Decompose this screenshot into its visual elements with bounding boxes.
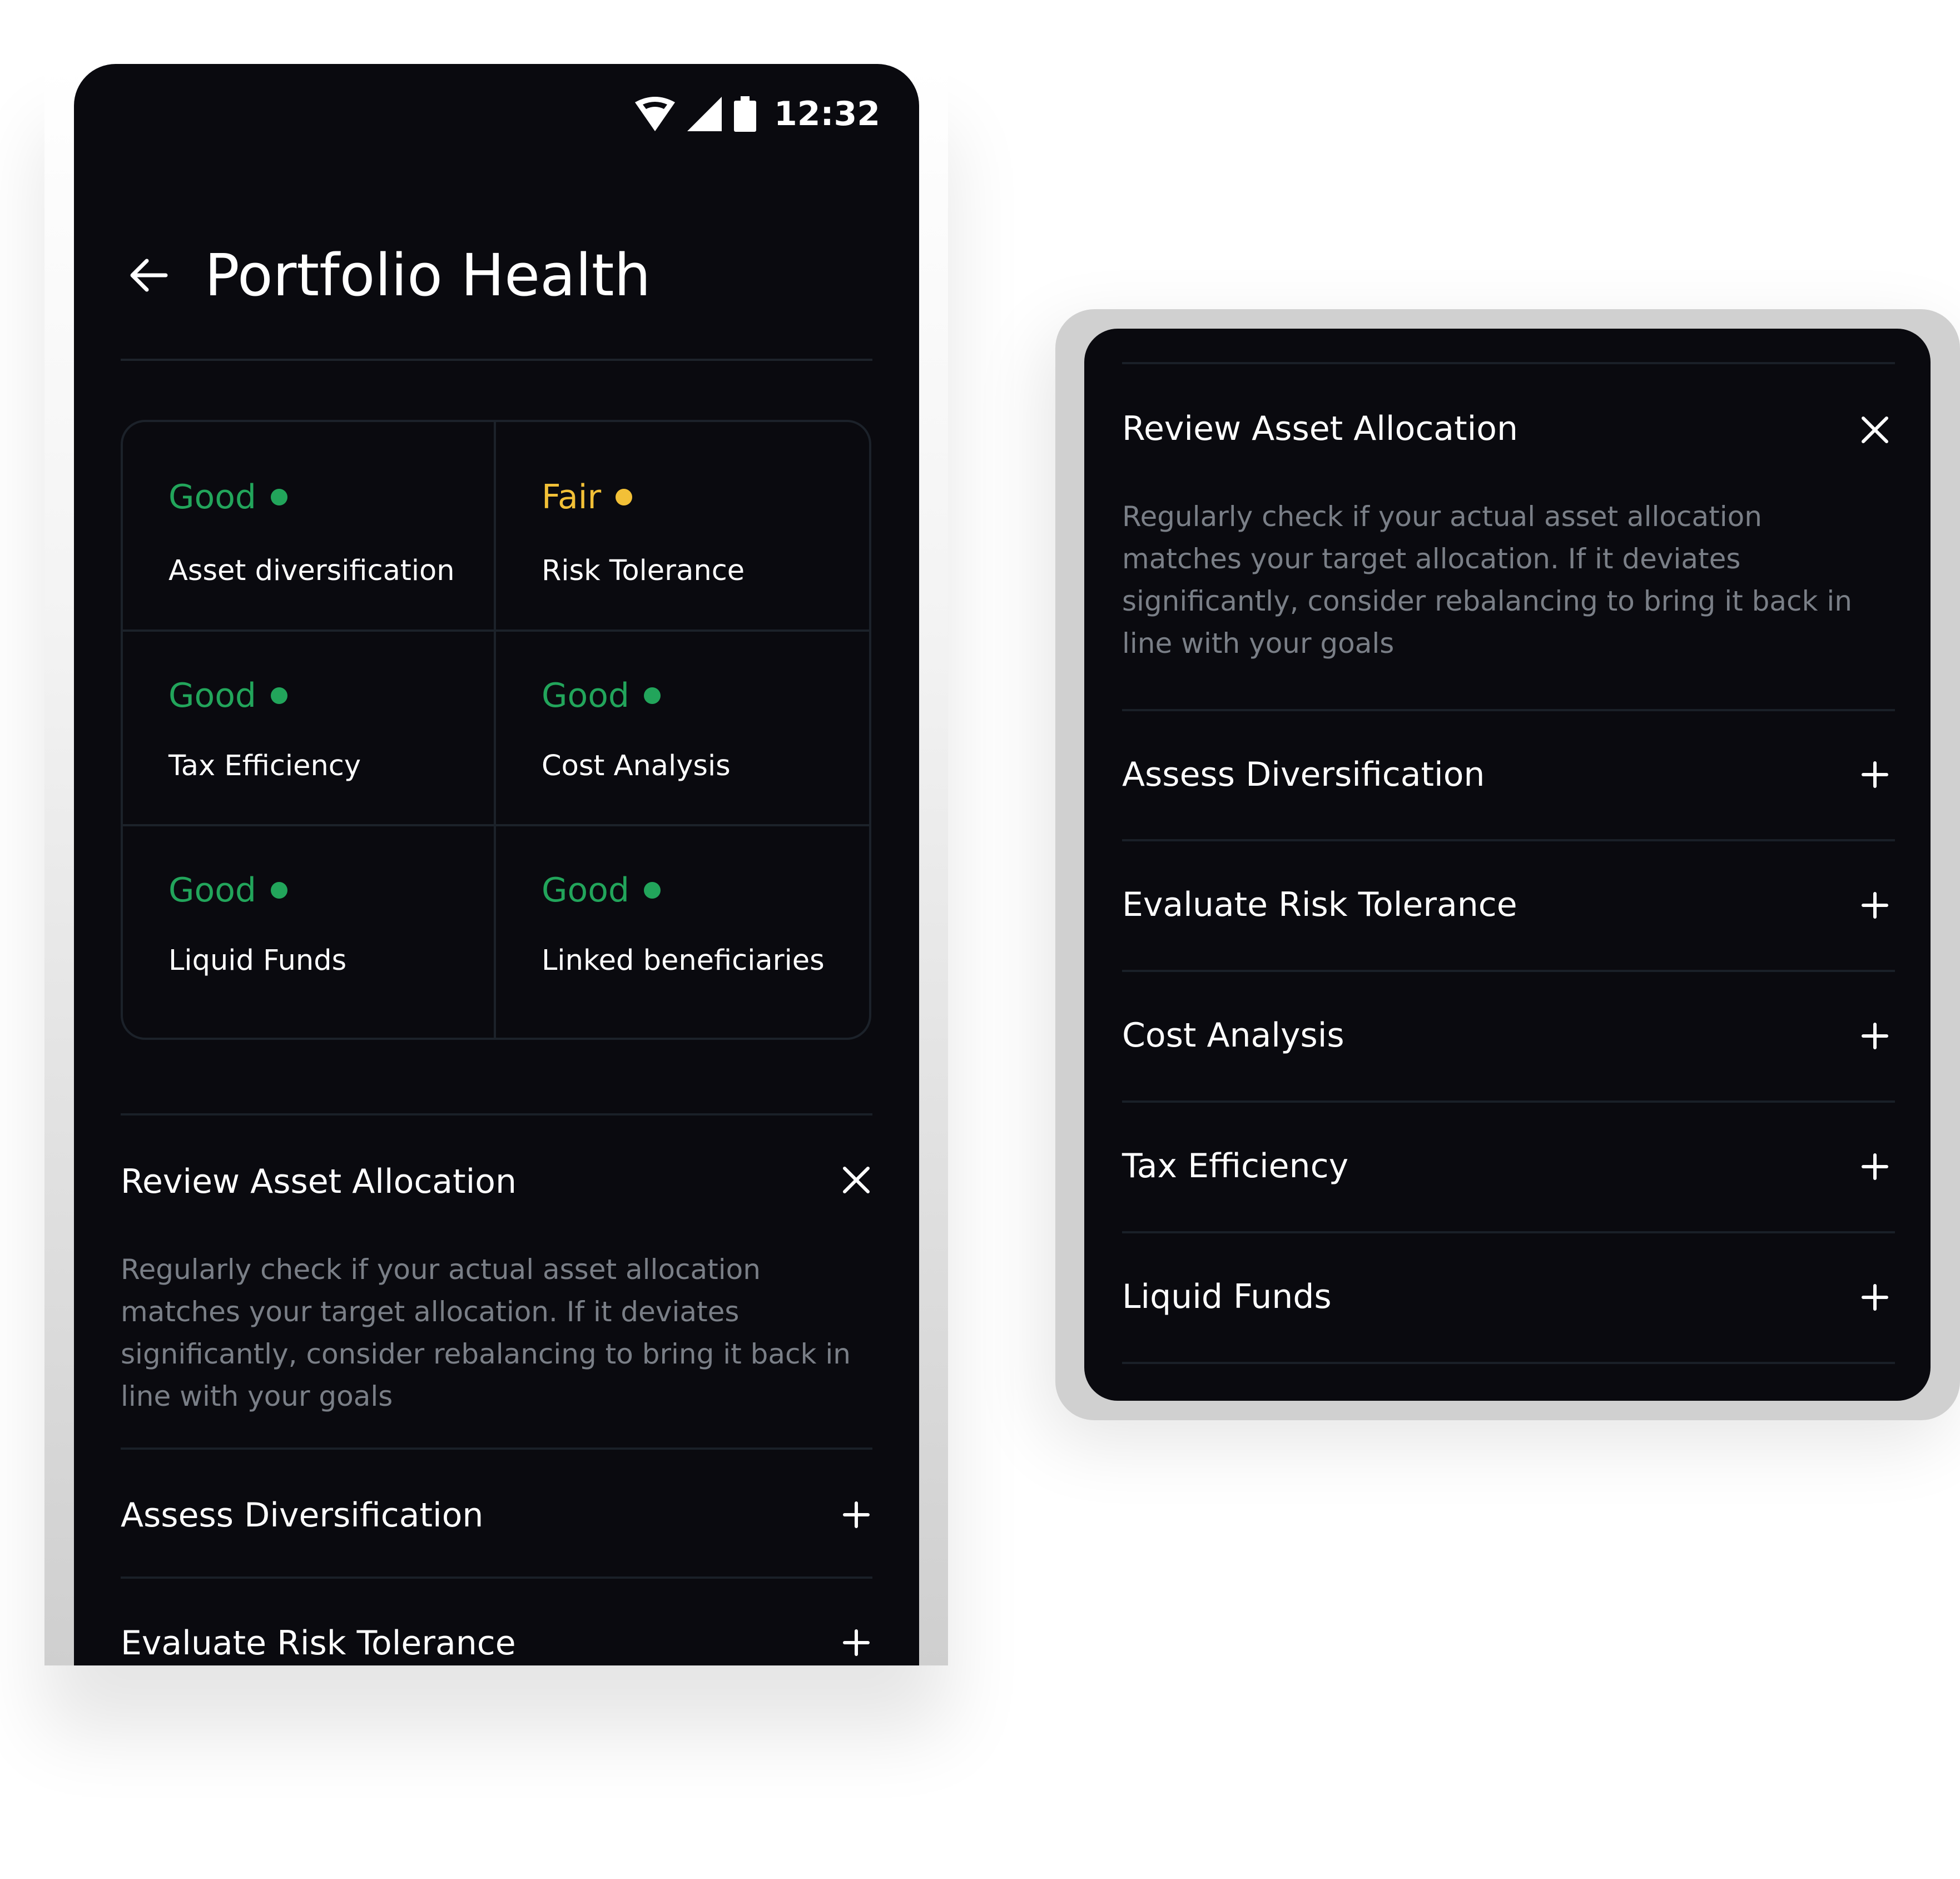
status-dot-icon <box>616 489 633 505</box>
health-label: Risk Tolerance <box>542 554 745 587</box>
status-dot-icon <box>644 882 661 899</box>
accordion-divider <box>1122 970 1895 972</box>
accordion-title-review[interactable]: Review Asset Allocation <box>121 1162 517 1201</box>
accordion-card: Review Asset Allocation Regularly check … <box>1084 329 1931 1401</box>
accordion-title-review[interactable]: Review Asset Allocation <box>1122 409 1518 448</box>
health-cell[interactable]: Good Tax Efficiency <box>123 632 496 826</box>
status-time: 12:32 <box>774 95 880 133</box>
health-label: Linked beneficiaries <box>542 944 825 977</box>
close-icon[interactable] <box>1860 415 1890 445</box>
plus-icon[interactable] <box>1860 1021 1890 1051</box>
status-indicator: Good <box>168 871 287 910</box>
phone-screen: 12:32 Portfolio Health Good Asset divers… <box>74 64 919 1665</box>
app-bar: Portfolio Health <box>127 225 651 325</box>
health-label: Asset diversification <box>168 554 455 587</box>
status-bar: 12:32 <box>635 86 880 142</box>
accordion-title-risk[interactable]: Evaluate Risk Tolerance <box>121 1624 516 1663</box>
status-text: Fair <box>542 478 602 517</box>
status-text: Good <box>542 871 629 910</box>
accordion-divider <box>1122 362 1895 364</box>
wifi-icon <box>635 97 675 131</box>
status-text: Good <box>168 676 256 715</box>
plus-icon[interactable] <box>1860 1282 1890 1312</box>
health-label: Cost Analysis <box>542 750 731 782</box>
health-label: Tax Efficiency <box>168 750 361 782</box>
status-indicator: Good <box>542 871 661 910</box>
accordion-title-cost[interactable]: Cost Analysis <box>1122 1016 1344 1055</box>
health-label: Liquid Funds <box>168 944 347 977</box>
arrow-left-icon[interactable] <box>127 253 171 298</box>
signal-icon <box>687 97 722 131</box>
accordion-description: Regularly check if your actual asset all… <box>1122 500 1852 660</box>
accordion-divider <box>1122 709 1895 711</box>
accordion-title-liquid[interactable]: Liquid Funds <box>1122 1277 1332 1316</box>
status-dot-icon <box>644 687 661 704</box>
status-text: Good <box>168 871 256 910</box>
status-indicator: Good <box>542 676 661 715</box>
health-cell[interactable]: Good Liquid Funds <box>123 826 496 1038</box>
close-icon[interactable] <box>841 1165 871 1195</box>
status-dot-icon <box>271 687 287 704</box>
status-indicator: Fair <box>542 478 633 517</box>
status-indicator: Good <box>168 478 287 517</box>
status-text: Good <box>168 478 256 517</box>
plus-icon[interactable] <box>1860 1152 1890 1182</box>
header-divider <box>121 359 872 361</box>
accordion-divider <box>121 1576 872 1579</box>
accordion-title-risk[interactable]: Evaluate Risk Tolerance <box>1122 885 1517 924</box>
accordion-divider <box>1122 1100 1895 1103</box>
status-dot-icon <box>271 882 287 899</box>
plus-icon[interactable] <box>841 1500 871 1530</box>
accordion-title-diversification[interactable]: Assess Diversification <box>1122 755 1485 794</box>
health-cell[interactable]: Good Linked beneficiaries <box>496 826 869 1038</box>
accordion-title-diversification[interactable]: Assess Diversification <box>121 1496 483 1535</box>
accordion-title-tax[interactable]: Tax Efficiency <box>1122 1147 1348 1186</box>
accordion-divider <box>1122 1231 1895 1233</box>
status-indicator: Good <box>168 676 287 715</box>
plus-icon[interactable] <box>841 1628 871 1658</box>
accordion-divider <box>121 1447 872 1450</box>
status-dot-icon <box>271 489 287 505</box>
battery-icon <box>734 96 756 132</box>
page-title: Portfolio Health <box>205 241 651 309</box>
accordion-divider <box>121 1113 872 1115</box>
accordion-description: Regularly check if your actual asset all… <box>121 1253 851 1412</box>
plus-icon[interactable] <box>1860 890 1890 920</box>
plus-icon[interactable] <box>1860 760 1890 790</box>
health-grid: Good Asset diversification Fair Risk Tol… <box>121 420 871 1040</box>
accordion-divider <box>1122 839 1895 841</box>
status-text: Good <box>542 676 629 715</box>
accordion-divider <box>1122 1362 1895 1364</box>
health-cell[interactable]: Good Cost Analysis <box>496 632 869 826</box>
health-cell[interactable]: Good Asset diversification <box>123 422 496 632</box>
health-cell[interactable]: Fair Risk Tolerance <box>496 422 869 632</box>
